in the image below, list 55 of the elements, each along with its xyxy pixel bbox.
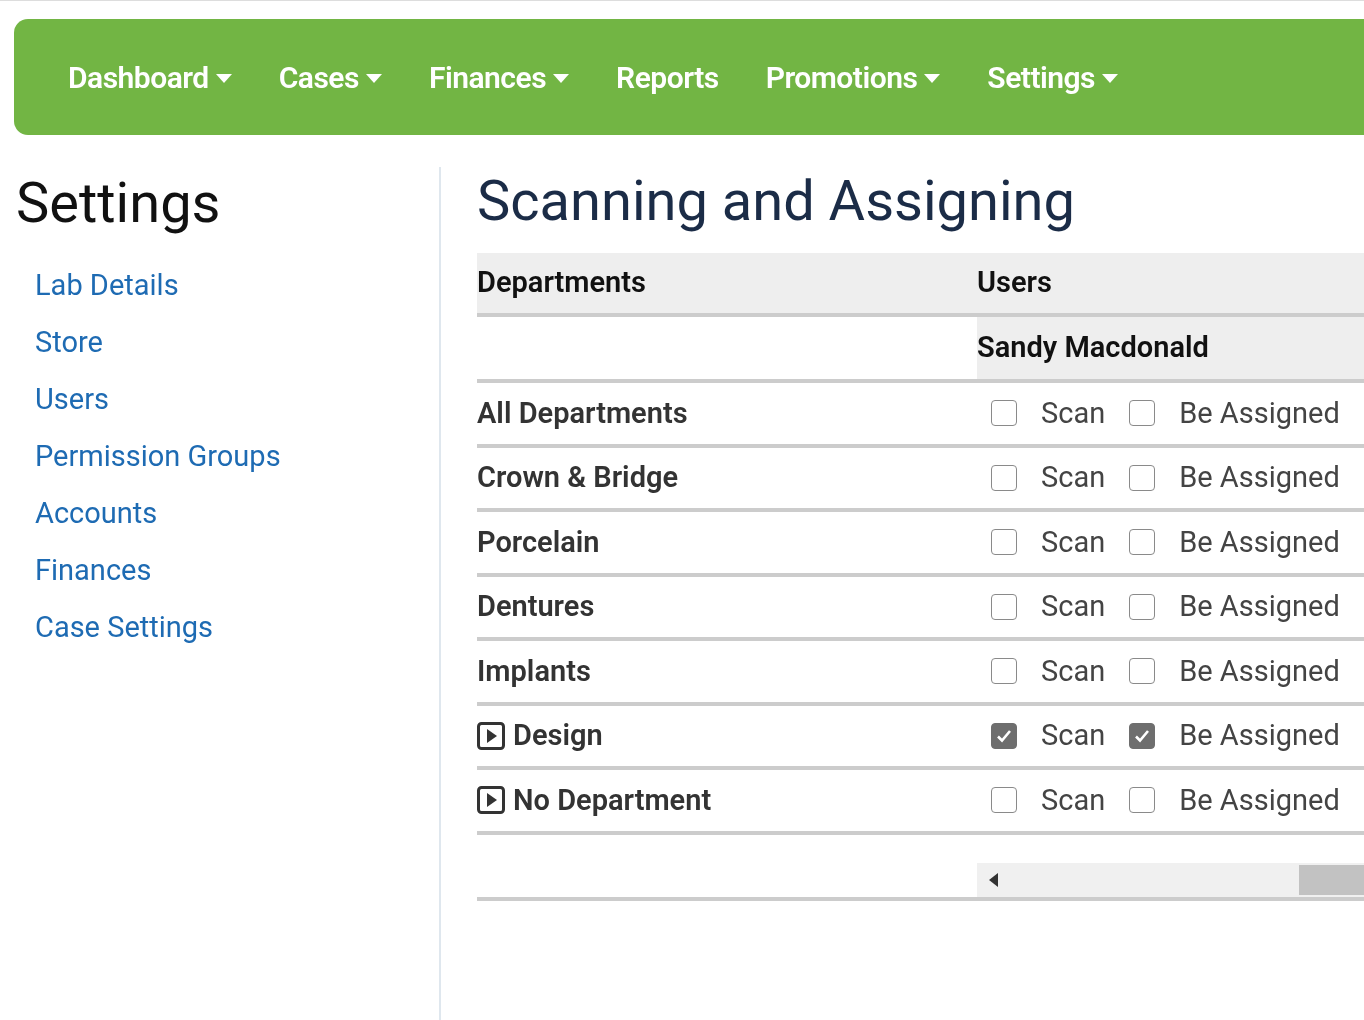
checkbox[interactable]: [991, 400, 1017, 427]
page-title: Scanning and Assigning: [477, 173, 1076, 236]
scroll-left-arrow-icon[interactable]: [989, 872, 999, 887]
checkbox-label: Be Assigned: [1179, 781, 1340, 819]
caret-icon: [365, 74, 382, 83]
checkbox[interactable]: [1129, 658, 1156, 685]
checkbox[interactable]: [991, 464, 1017, 491]
checkbox-label: Scan: [1041, 652, 1106, 690]
checkbox-label: Scan: [1041, 588, 1106, 625]
department-name: Design: [513, 717, 603, 754]
checkbox-label: Be Assigned: [1179, 588, 1340, 625]
checkbox[interactable]: [991, 658, 1017, 685]
column-header: Departments: [477, 264, 647, 302]
checkbox[interactable]: [1129, 529, 1156, 556]
checkbox[interactable]: [1129, 400, 1156, 427]
checkbox[interactable]: [1129, 787, 1156, 814]
checkbox-label: Scan: [1041, 523, 1106, 561]
column-header: Users: [977, 264, 1052, 302]
checkbox[interactable]: [991, 787, 1017, 814]
checkbox-label: Be Assigned: [1179, 652, 1340, 690]
sidebar-link[interactable]: Case Settings: [35, 599, 214, 656]
department-name: Dentures: [477, 588, 595, 625]
department-name: No Department: [513, 781, 712, 819]
checkbox[interactable]: [1129, 722, 1156, 749]
user-name: Sandy Macdonald: [977, 329, 1209, 367]
checkbox[interactable]: [991, 593, 1017, 620]
play-square-icon[interactable]: [477, 786, 505, 815]
checkbox-label: Scan: [1041, 394, 1106, 432]
caret-icon: [1102, 74, 1118, 83]
sidebar-link[interactable]: Lab Details: [35, 257, 179, 314]
play-square-icon[interactable]: [477, 721, 505, 750]
department-name: Implants: [477, 652, 591, 690]
sidebar-link[interactable]: Finances: [35, 542, 152, 599]
checkbox-label: Scan: [1041, 717, 1106, 754]
checkbox[interactable]: [991, 722, 1017, 749]
department-name: Porcelain: [477, 523, 600, 561]
caret-icon: [553, 74, 570, 83]
sidebar-link[interactable]: Permission Groups: [35, 428, 281, 485]
checkbox-label: Scan: [1041, 781, 1106, 819]
checkbox-label: Be Assigned: [1179, 394, 1340, 432]
sidebar-link[interactable]: Store: [35, 314, 103, 371]
checkbox[interactable]: [991, 529, 1017, 556]
checkbox-label: Be Assigned: [1179, 523, 1340, 561]
checkbox[interactable]: [1129, 593, 1156, 620]
department-name: All Departments: [477, 394, 688, 432]
checkbox-label: Be Assigned: [1179, 459, 1340, 496]
checkbox-label: Be Assigned: [1179, 717, 1340, 754]
sidebar-link[interactable]: Users: [35, 371, 109, 428]
caret-icon: [924, 74, 941, 83]
horizontal-scrollbar[interactable]: [977, 862, 1364, 897]
department-name: Crown & Bridge: [477, 459, 679, 496]
caret-icon: [215, 74, 232, 83]
checkbox-label: Scan: [1041, 459, 1106, 496]
checkbox[interactable]: [1129, 464, 1156, 491]
sidebar-link[interactable]: Accounts: [35, 485, 158, 542]
